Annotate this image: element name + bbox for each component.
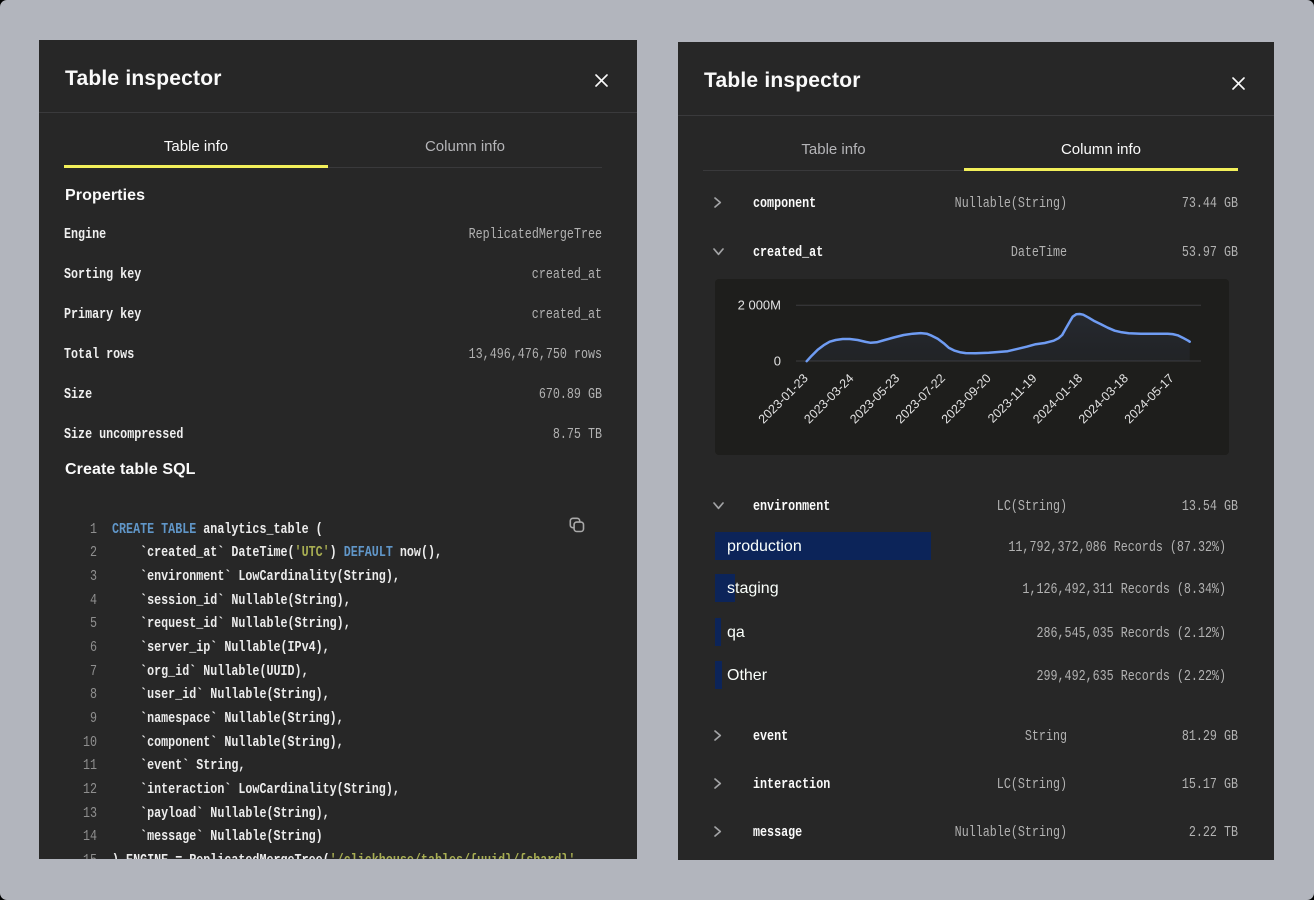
svg-text:2 000M: 2 000M <box>738 298 781 313</box>
svg-text:2024-05-17: 2024-05-17 <box>1122 371 1177 426</box>
svg-text:2023-09-20: 2023-09-20 <box>939 371 994 426</box>
svg-text:0: 0 <box>774 354 781 369</box>
